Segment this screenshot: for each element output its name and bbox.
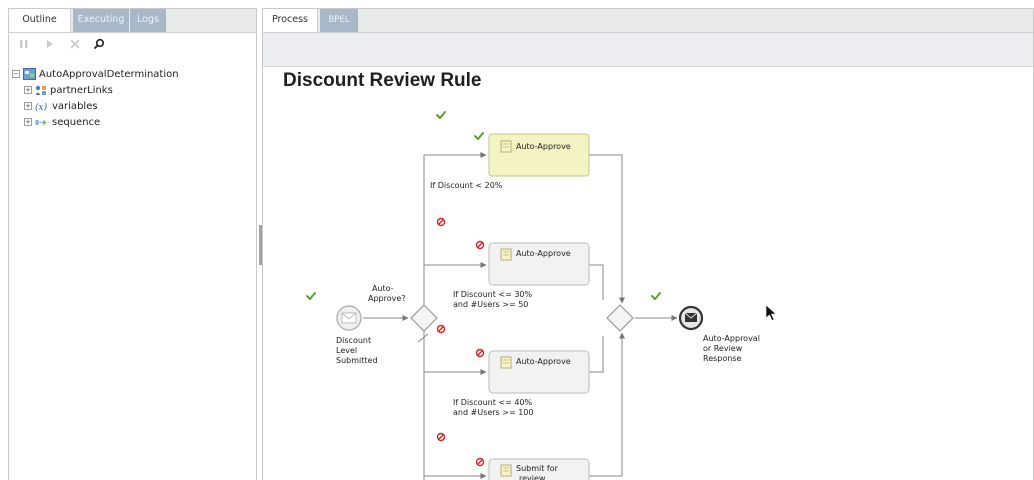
merge-gateway[interactable]: [606, 304, 634, 332]
mouse-cursor-icon: [765, 304, 777, 321]
flow-merge-1: [589, 154, 625, 304]
skipped-icon: [475, 348, 485, 358]
skipped-icon: [475, 457, 485, 467]
process-diagram: Discount Level Submitted Auto- Approve? …: [306, 111, 777, 480]
condition-label: If Discount <= 40%: [453, 398, 533, 407]
flow-branch-1: [423, 152, 487, 305]
start-event-label: Submitted: [336, 356, 378, 365]
start-event-label: Level: [336, 346, 357, 355]
completed-check-icon: [474, 132, 484, 140]
gateway-label: Approve?: [368, 294, 406, 303]
condition-label: If Discount < 20%: [430, 181, 503, 190]
completed-check-icon: [651, 292, 661, 300]
task-submit-for-review[interactable]: Submit for review: [488, 458, 590, 480]
end-event-label: Auto-Approval: [703, 334, 760, 343]
end-event-label: Response: [703, 354, 742, 363]
completed-check-icon: [436, 111, 446, 119]
flow-merge-4: [589, 332, 625, 477]
task-label: Auto-Approve: [516, 357, 571, 366]
condition-label: and #Users >= 100: [453, 408, 533, 417]
skipped-icon: [436, 217, 446, 227]
skipped-icon: [436, 432, 446, 442]
task-auto-approve-1[interactable]: Auto-Approve: [488, 133, 590, 177]
task-auto-approve-3[interactable]: Auto-Approve: [488, 350, 590, 394]
start-event-label: Discount: [336, 336, 371, 345]
task-label: review: [519, 474, 546, 480]
task-label: Auto-Approve: [516, 142, 571, 151]
task-label: Submit for: [516, 464, 559, 473]
flow-merge-2: [589, 264, 604, 300]
start-event[interactable]: [336, 305, 362, 331]
task-auto-approve-2[interactable]: Auto-Approve: [488, 242, 590, 286]
end-event[interactable]: [678, 305, 704, 331]
condition-label: and #Users >= 50: [453, 300, 528, 309]
skipped-icon: [436, 324, 446, 334]
completed-check-icon: [306, 292, 316, 300]
split-gateway[interactable]: [410, 304, 438, 332]
gateway-label: Auto-: [372, 284, 394, 293]
task-label: Auto-Approve: [516, 249, 571, 258]
flow-merge-3: [589, 336, 604, 373]
script-task-icon: [500, 464, 512, 477]
script-task-icon: [500, 248, 512, 261]
condition-label: If Discount <= 30%: [453, 290, 533, 299]
envelope-icon: [341, 312, 357, 324]
script-task-icon: [500, 140, 512, 153]
envelope-icon: [684, 312, 698, 322]
default-flow-marker: [417, 333, 429, 343]
script-task-icon: [500, 356, 512, 369]
flow-branch-2: [423, 262, 487, 305]
skipped-icon: [475, 240, 485, 250]
end-event-label: or Review: [703, 344, 743, 353]
